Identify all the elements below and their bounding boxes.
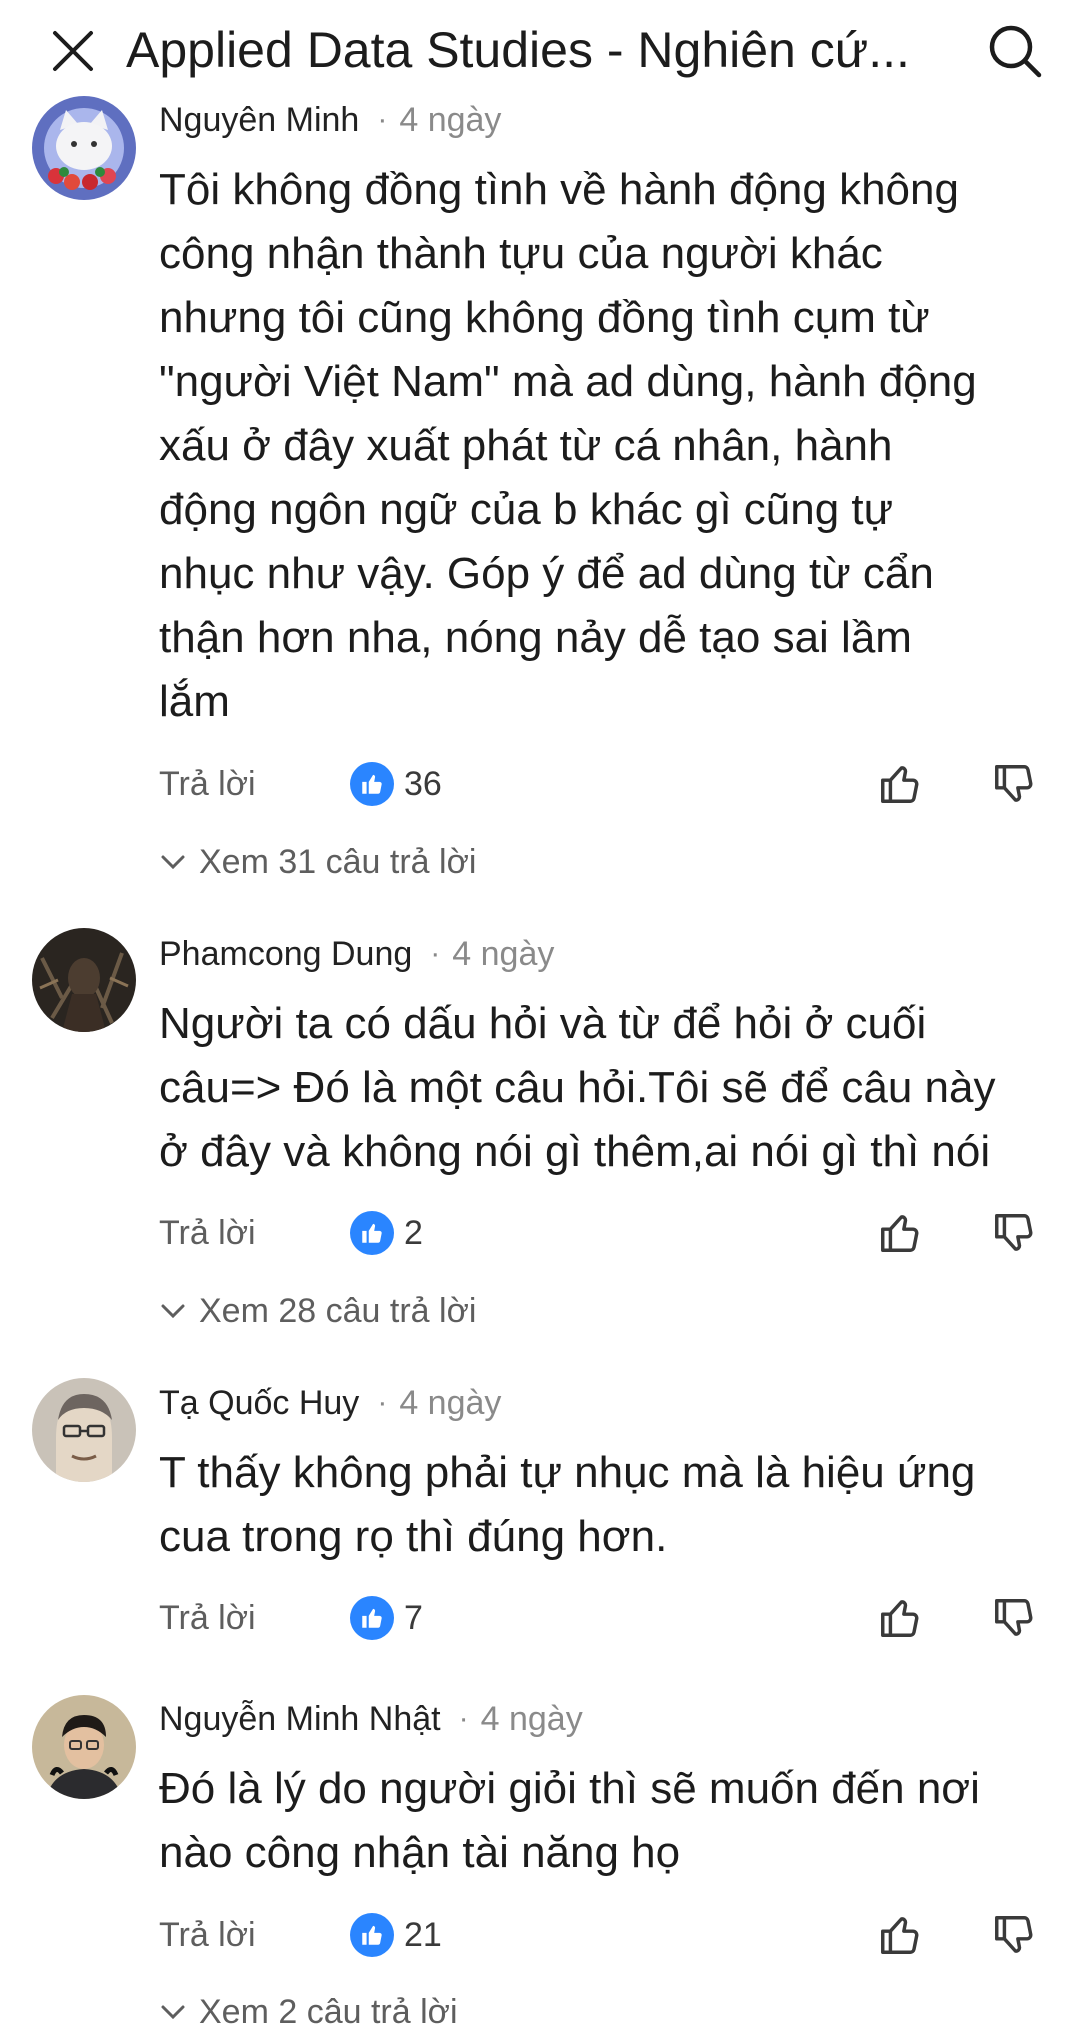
thumbs-up-button[interactable] [870, 1588, 930, 1648]
avatar[interactable] [32, 96, 136, 200]
comment-line: thận hơn nha, nóng nảy dễ tạo sai lầm [159, 613, 912, 662]
reply-button[interactable]: Trả lời [159, 1588, 256, 1648]
comment-time: 4 ngày [452, 934, 555, 973]
comment-line: lắm [159, 677, 230, 726]
separator-dot: · [458, 1702, 469, 1735]
like-count: 2 [404, 1214, 423, 1252]
comment-line: động ngôn ngữ của b khác gì cũng tự [159, 485, 894, 534]
comment-line: xấu ở đây xuất phát từ cá nhân, hành [159, 421, 893, 470]
like-count-icon [350, 1596, 394, 1640]
like-count: 21 [404, 1916, 442, 1954]
comment-line: nhưng tôi cũng không đồng tình cụm từ [159, 293, 930, 342]
view-replies-button[interactable]: Xem 31 câu trả lời [159, 834, 476, 890]
top-bar: Applied Data Studies - Nghiên cứ... [0, 0, 1080, 100]
comment-line: T thấy không phải tự nhục mà là hiệu ứng [159, 1448, 976, 1497]
author-name[interactable]: Nguyên Minh [159, 101, 359, 140]
comment-body: Tôi không đồng tình về hành động không c… [159, 158, 1059, 734]
comment-actions: Trả lời 36 [0, 754, 1080, 814]
comment-line: nào công nhận tài năng họ [159, 1828, 681, 1877]
thumbs-down-icon [995, 1599, 1033, 1636]
avatar[interactable] [32, 1695, 136, 1799]
author-name[interactable]: Tạ Quốc Huy [159, 1384, 359, 1423]
thumbs-up-icon [881, 1917, 919, 1954]
separator-dot: · [430, 937, 441, 970]
close-button[interactable] [44, 22, 102, 80]
thumbs-up-icon [881, 1215, 919, 1252]
comment-actions: Trả lời 2 [0, 1203, 1080, 1263]
view-replies-button[interactable]: Xem 28 câu trả lời [159, 1283, 476, 1339]
avatar[interactable] [32, 1378, 136, 1482]
comment-meta: Nguyên Minh · 4 ngày [159, 95, 501, 145]
comment-body: Đó là lý do người giỏi thì sẽ muốn đến n… [159, 1757, 1059, 1885]
comment-body: Người ta có dấu hỏi và từ để hỏi ở cuối … [159, 992, 1059, 1184]
comment-actions: Trả lời 7 [0, 1588, 1080, 1648]
thumbs-down-button[interactable] [984, 1203, 1044, 1263]
search-button[interactable] [980, 16, 1050, 86]
comment-time: 4 ngày [480, 1699, 583, 1738]
comment-time: 4 ngày [399, 1383, 502, 1422]
close-icon [53, 31, 93, 71]
view-replies-label: Xem 28 câu trả lời [199, 1291, 477, 1330]
comment-meta: Nguyễn Minh Nhật · 4 ngày [159, 1694, 583, 1744]
like-count-icon [350, 762, 394, 806]
author-name[interactable]: Phamcong Dung [159, 935, 412, 974]
thumbs-up-button[interactable] [870, 1905, 930, 1965]
thumbs-up-button[interactable] [870, 1203, 930, 1263]
author-name[interactable]: Nguyễn Minh Nhật [159, 1700, 441, 1739]
separator-dot: · [377, 103, 388, 136]
comment-line: công nhận thành tựu của người khác [159, 229, 883, 278]
like-count: 36 [404, 765, 442, 803]
avatar[interactable] [32, 928, 136, 1032]
like-count-icon [350, 1913, 394, 1957]
chevron-down-icon [161, 1304, 185, 1319]
comment-meta: Tạ Quốc Huy · 4 ngày [159, 1378, 501, 1428]
comment-line: "người Việt Nam" mà ad dùng, hành động [159, 357, 977, 406]
comment-meta: Phamcong Dung · 4 ngày [159, 929, 554, 979]
comment-line: Đó là lý do người giỏi thì sẽ muốn đến n… [159, 1764, 980, 1813]
chevron-down-icon [161, 855, 185, 870]
chevron-down-icon [161, 2005, 185, 2020]
view-replies-label: Xem 2 câu trả lời [199, 1992, 458, 2031]
thumbs-down-icon [995, 765, 1033, 802]
thumbs-down-icon [995, 1214, 1033, 1251]
comment-body: T thấy không phải tự nhục mà là hiệu ứng… [159, 1441, 1059, 1569]
like-count: 7 [404, 1599, 423, 1637]
view-replies-label: Xem 31 câu trả lời [199, 842, 477, 881]
comment-time: 4 ngày [399, 100, 502, 139]
comment-actions: Trả lời 21 [0, 1905, 1080, 1965]
separator-dot: · [377, 1386, 388, 1419]
page-title: Applied Data Studies - Nghiên cứ... [126, 22, 910, 78]
comment-line: ở đây và không nói gì thêm,ai nói gì thì… [159, 1127, 991, 1176]
thumbs-up-icon [881, 1600, 919, 1637]
thumbs-down-button[interactable] [984, 1588, 1044, 1648]
reply-button[interactable]: Trả lời [159, 754, 256, 814]
reply-button[interactable]: Trả lời [159, 1905, 256, 1965]
thumbs-up-icon [881, 766, 919, 803]
thumbs-down-button[interactable] [984, 1905, 1044, 1965]
thumbs-down-button[interactable] [984, 754, 1044, 814]
like-count-icon [350, 1211, 394, 1255]
comment-line: cua trong rọ thì đúng hơn. [159, 1512, 668, 1561]
comment-line: Người ta có dấu hỏi và từ để hỏi ở cuối [159, 999, 927, 1048]
comment-line: câu=> Đó là một câu hỏi.Tôi sẽ để câu nà… [159, 1063, 996, 1112]
search-icon [989, 25, 1042, 78]
reply-button[interactable]: Trả lời [159, 1203, 256, 1263]
comment-line: nhục như vậy. Góp ý để ad dùng từ cẩn [159, 549, 934, 598]
view-replies-button[interactable]: Xem 2 câu trả lời [159, 1984, 458, 2040]
comment-line: Tôi không đồng tình về hành động không [159, 165, 959, 214]
thumbs-up-button[interactable] [870, 754, 930, 814]
thumbs-down-icon [995, 1916, 1033, 1953]
